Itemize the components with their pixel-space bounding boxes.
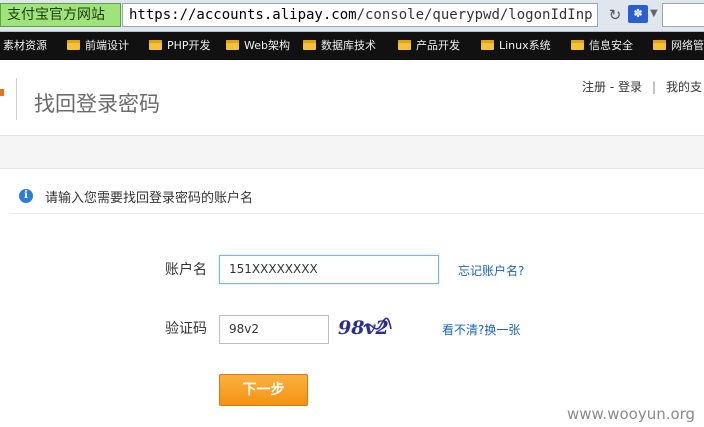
instruction-text: 请输入您需要找回登录密码的账户名 — [45, 191, 254, 206]
folder-icon — [571, 40, 584, 50]
folder-icon — [398, 40, 411, 50]
folder-icon — [67, 40, 80, 50]
bookmark-label: Web架构 — [244, 39, 290, 52]
bookmark-label: 产品开发 — [416, 39, 460, 52]
bookmark-label: 前端设计 — [85, 39, 129, 52]
bookmark-label: 网络管 — [671, 39, 704, 52]
account-label: 账户名 — [165, 262, 207, 278]
captcha-input[interactable]: 98v2 — [219, 315, 329, 344]
bookmark-label: 数据库技术 — [321, 39, 376, 52]
watermark: www.wooyun.org — [567, 405, 696, 423]
title-divider — [16, 78, 17, 120]
bookmark-label: 信息安全 — [589, 39, 633, 52]
folder-icon — [303, 40, 316, 50]
top-links: 注册 - 登录 | 我的支 — [582, 78, 702, 95]
bookmark-folder[interactable]: 数据库技术 — [303, 38, 376, 54]
link-separator: | — [652, 80, 657, 94]
my-account-link[interactable]: 我的支 — [666, 80, 702, 94]
reload-icon[interactable]: ↻ — [605, 4, 625, 26]
bookmark-folder[interactable]: 前端设计 — [67, 38, 129, 54]
folder-icon — [226, 40, 239, 50]
folder-icon — [653, 40, 666, 50]
register-link[interactable]: 注册 — [582, 80, 606, 94]
account-input[interactable]: 151XXXXXXXX — [219, 255, 439, 284]
forgot-account-link[interactable]: 忘记账户名? — [458, 262, 524, 279]
bookmark-folder[interactable]: 产品开发 — [398, 38, 460, 54]
browser-address-bar: 支付宝官方网站 https://accounts.alipay.com/cons… — [0, 0, 704, 32]
bookmarks-bar: 素材资源 前端设计 PHP开发 Web架构 数据库技术 产品开发 Linux系统… — [0, 32, 704, 60]
bookmark-folder[interactable]: PHP开发 — [149, 38, 211, 54]
folder-icon — [481, 40, 494, 50]
url-host: https://accounts.alipay.com — [129, 7, 357, 23]
next-step-button[interactable]: 下一步 — [219, 374, 308, 406]
search-input[interactable] — [662, 3, 704, 27]
bookmark-label: 素材资源 — [3, 39, 47, 52]
link-dash: - — [606, 80, 618, 94]
bookmark-label: PHP开发 — [167, 39, 211, 52]
instruction-divider — [10, 213, 704, 214]
search-engine-dropdown-icon[interactable]: ▼ — [650, 8, 658, 19]
url-path: /console/querypwd/logonIdInp — [356, 7, 593, 23]
bookmark-folder[interactable]: 网络管 — [653, 38, 704, 54]
url-input[interactable]: https://accounts.alipay.com/console/quer… — [122, 3, 700, 27]
bookmark-item[interactable]: 素材资源 — [3, 38, 47, 54]
bookmark-folder[interactable]: Web架构 — [226, 38, 290, 54]
refresh-captcha-link[interactable]: 看不清?换一张 — [442, 321, 520, 338]
page-title: 找回登录密码 — [34, 92, 160, 116]
captcha-image-text: 98v2 — [338, 317, 389, 339]
login-link[interactable]: 登录 — [618, 80, 642, 94]
folder-icon — [149, 40, 162, 50]
captcha-image[interactable]: 98v2 — [337, 313, 393, 341]
site-identity-tag[interactable]: 支付宝官方网站 — [0, 3, 121, 27]
logo-fragment — [0, 89, 4, 96]
step-band — [0, 136, 704, 169]
paw-icon[interactable]: ✽ — [628, 5, 648, 23]
captcha-label: 验证码 — [165, 321, 207, 337]
bookmark-label: Linux系统 — [499, 39, 551, 52]
url-text: https://accounts.alipay.com/console/quer… — [129, 7, 593, 23]
bookmark-folder[interactable]: 信息安全 — [571, 38, 633, 54]
info-icon: i — [19, 189, 33, 203]
bookmark-folder[interactable]: Linux系统 — [481, 38, 551, 54]
